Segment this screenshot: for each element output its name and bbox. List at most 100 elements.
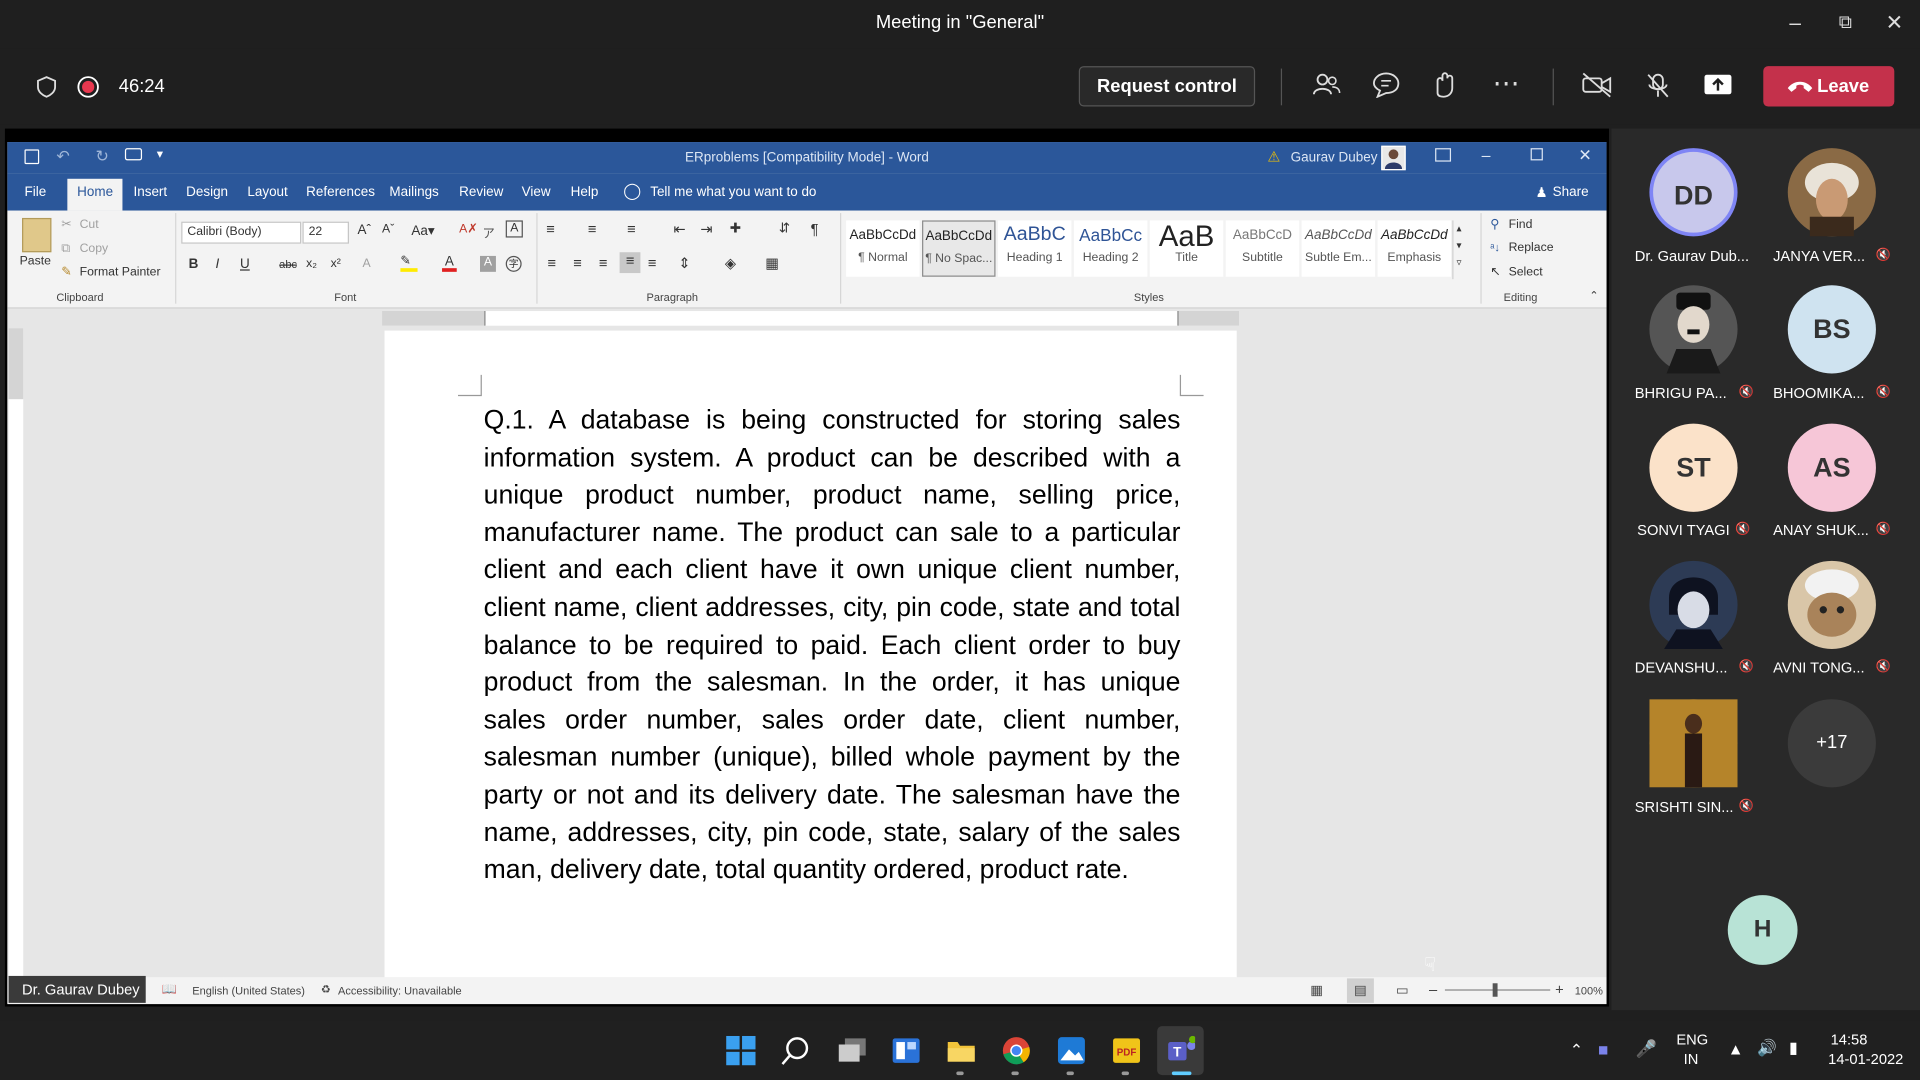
style-subtle-emphasis[interactable]: AaBbCcDd Subtle Em...: [1301, 220, 1376, 277]
document-page[interactable]: Q.1. A database is being constructed for…: [384, 330, 1237, 980]
participant-photo-avatar[interactable]: [1787, 560, 1876, 649]
tab-review[interactable]: Review: [459, 185, 503, 200]
share-screen-icon[interactable]: [1701, 71, 1735, 103]
chrome-icon[interactable]: [1002, 1036, 1031, 1065]
participant-photo-avatar[interactable]: [1787, 148, 1876, 237]
spelling-check-icon[interactable]: 📖: [162, 983, 177, 996]
restore-icon[interactable]: ⧉: [1827, 10, 1864, 39]
region-indicator[interactable]: IN: [1684, 1051, 1699, 1068]
font-size-select[interactable]: 22: [302, 221, 349, 244]
center-icon[interactable]: ≡: [573, 255, 582, 272]
paragraph-shading-icon[interactable]: ◈: [725, 255, 736, 272]
pdf-reader-icon[interactable]: PDF: [1112, 1036, 1141, 1065]
windows-start-icon[interactable]: [726, 1035, 756, 1066]
copy-button[interactable]: Copy: [80, 242, 109, 255]
text-effects-icon[interactable]: A: [362, 257, 370, 270]
tab-view[interactable]: View: [522, 185, 551, 200]
minimize-icon[interactable]: –: [1777, 10, 1814, 39]
subscript-icon[interactable]: x₂: [306, 257, 317, 270]
bold-icon[interactable]: B: [189, 257, 199, 272]
show-formatting-marks-icon[interactable]: ¶: [811, 220, 819, 237]
superscript-icon[interactable]: x²: [331, 257, 341, 270]
microphone-icon[interactable]: 🎤: [1636, 1038, 1657, 1059]
reactions-icon[interactable]: [1429, 71, 1463, 103]
language-indicator[interactable]: ENG: [1676, 1031, 1708, 1048]
align-left-icon[interactable]: ≡: [547, 255, 556, 272]
request-control-button[interactable]: Request control: [1078, 66, 1256, 107]
language-status[interactable]: English (United States): [192, 984, 305, 996]
decrease-indent-icon[interactable]: ⇤: [673, 220, 685, 237]
word-maximize-icon[interactable]: [1530, 148, 1543, 161]
asian-layout-icon[interactable]: ✚: [730, 220, 741, 237]
file-explorer-icon[interactable]: [947, 1036, 976, 1065]
participant-photo-avatar[interactable]: [1649, 285, 1738, 374]
multilevel-list-icon[interactable]: ≡: [627, 220, 636, 237]
read-mode-icon[interactable]: ▦: [1310, 982, 1323, 998]
tab-insert[interactable]: Insert: [133, 185, 167, 200]
collapse-ribbon-icon[interactable]: ⌃: [1589, 289, 1598, 302]
teams-icon[interactable]: T: [1166, 1035, 1196, 1065]
justify-icon[interactable]: ≡: [619, 252, 641, 274]
change-case-icon[interactable]: Aa▾: [411, 223, 434, 239]
style-no-spacing[interactable]: AaBbCcDd ¶ No Spac...: [922, 220, 996, 277]
style-heading-1[interactable]: AaBbC Heading 1: [997, 220, 1072, 277]
photos-icon[interactable]: [1057, 1036, 1086, 1065]
chevron-up-icon[interactable]: ⌃: [1570, 1041, 1583, 1061]
participant-photo-avatar[interactable]: [1649, 699, 1738, 788]
document-body-text[interactable]: Q.1. A database is being constructed for…: [484, 402, 1181, 889]
tab-help[interactable]: Help: [571, 185, 599, 200]
numbering-icon[interactable]: ≡: [588, 220, 597, 237]
search-icon[interactable]: [781, 1036, 810, 1065]
shading-icon[interactable]: A: [480, 255, 496, 272]
tab-design[interactable]: Design: [186, 185, 228, 200]
highlight-icon[interactable]: ✎: [400, 255, 418, 272]
horizontal-ruler[interactable]: [382, 311, 1240, 326]
zoom-out-icon[interactable]: –: [1429, 981, 1437, 998]
print-layout-icon[interactable]: ▤: [1346, 978, 1374, 1003]
task-view-icon[interactable]: [838, 1036, 867, 1065]
participants-icon[interactable]: [1309, 71, 1343, 103]
style-normal[interactable]: AaBbCcDd ¶ Normal: [846, 220, 920, 277]
paste-icon[interactable]: [22, 217, 52, 253]
tab-home[interactable]: Home: [67, 178, 123, 211]
self-avatar[interactable]: H: [1727, 895, 1798, 965]
tell-me-search[interactable]: Tell me what you want to do: [650, 185, 816, 200]
vertical-ruler[interactable]: [8, 328, 24, 978]
sort-icon[interactable]: ⇵: [779, 220, 790, 237]
account-name[interactable]: Gaurav Dubey: [1291, 151, 1378, 166]
style-heading-2[interactable]: AaBbCc Heading 2: [1073, 220, 1148, 277]
phonetic-guide-icon[interactable]: ア: [482, 223, 494, 241]
borders-icon[interactable]: ▦: [765, 255, 779, 272]
underline-icon[interactable]: U: [240, 257, 250, 272]
clock-time[interactable]: 14:58: [1831, 1031, 1868, 1048]
clear-formatting-icon[interactable]: A✗: [459, 223, 477, 236]
find-button[interactable]: Find: [1509, 218, 1533, 231]
bullets-icon[interactable]: ≡: [546, 220, 555, 237]
line-spacing-icon[interactable]: ⇕: [678, 255, 690, 272]
tab-file[interactable]: File: [24, 185, 46, 200]
web-layout-icon[interactable]: ▭: [1396, 982, 1409, 998]
tab-mailings[interactable]: Mailings: [389, 185, 438, 200]
accessibility-status[interactable]: Accessibility: Unavailable: [338, 984, 462, 996]
share-person-icon[interactable]: ♟: [1536, 185, 1548, 201]
clock-date[interactable]: 14-01-2022: [1828, 1051, 1903, 1068]
microphone-muted-icon[interactable]: [1641, 71, 1675, 103]
tab-layout[interactable]: Layout: [247, 185, 287, 200]
participant-photo-avatar[interactable]: [1649, 560, 1738, 649]
wifi-icon[interactable]: ▲: [1728, 1040, 1744, 1058]
participant-avatar[interactable]: ST: [1649, 423, 1738, 512]
replace-button[interactable]: Replace: [1509, 241, 1554, 254]
more-participants-button[interactable]: +17: [1787, 699, 1876, 788]
format-painter-button[interactable]: Format Painter: [80, 266, 161, 279]
style-emphasis[interactable]: AaBbCcDd Emphasis: [1377, 220, 1452, 277]
participant-avatar[interactable]: AS: [1787, 423, 1876, 512]
camera-off-icon[interactable]: [1580, 71, 1614, 103]
battery-icon[interactable]: ▮: [1789, 1038, 1798, 1058]
enclose-characters-icon[interactable]: 字: [505, 255, 522, 272]
close-icon[interactable]: ✕: [1876, 10, 1913, 39]
tab-references[interactable]: References: [306, 185, 375, 200]
styles-scroll-icon[interactable]: ▴ ▾ ▿: [1452, 220, 1464, 280]
participant-avatar[interactable]: BS: [1787, 285, 1876, 374]
word-minimize-icon[interactable]: –: [1482, 146, 1491, 164]
zoom-level[interactable]: 100%: [1575, 984, 1603, 996]
